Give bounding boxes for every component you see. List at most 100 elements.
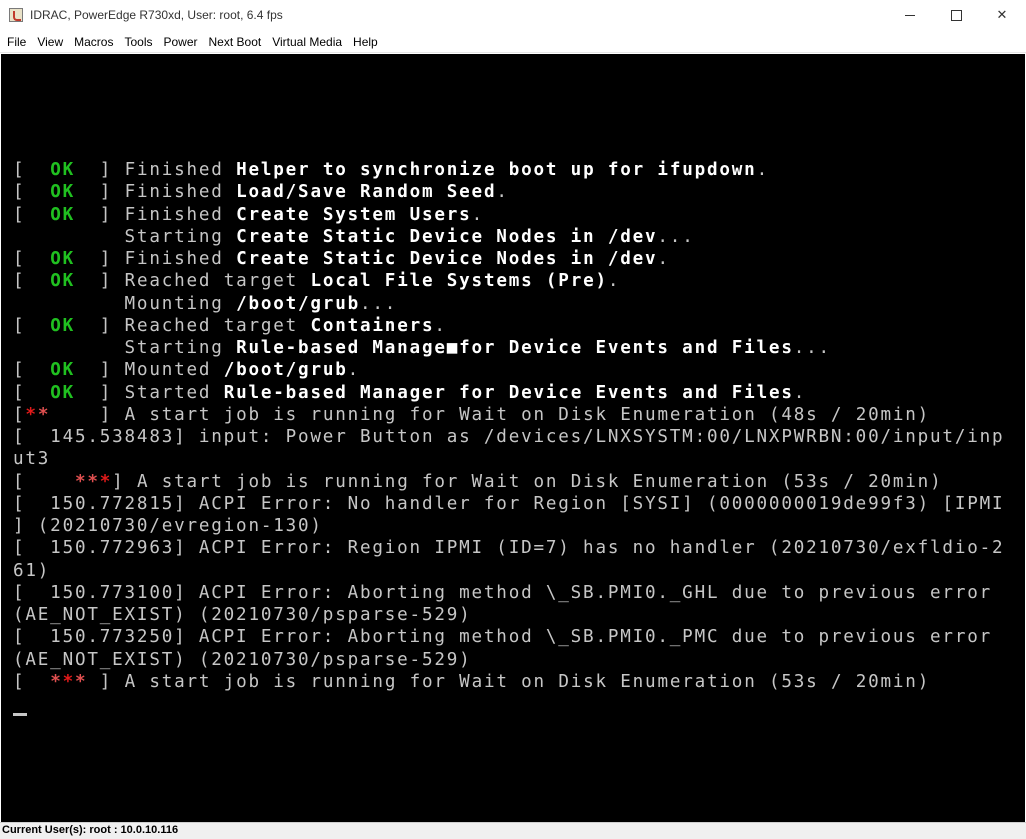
close-icon: ✕ <box>996 8 1008 23</box>
console-text: [ 150.772963] ACPI Error: Region IPMI (I… <box>13 538 1005 559</box>
console-text: Finished <box>124 160 237 180</box>
menu-power[interactable]: Power <box>158 31 203 53</box>
console-text: [ <box>13 160 51 180</box>
console-text: [ 145.538483] input: Power Button as /de… <box>13 427 1005 447</box>
console-line: [ OK ] Reached target Containers. <box>13 315 1004 337</box>
current-users-status: Current User(s): root : 10.0.10.116 <box>2 824 179 836</box>
console-text: [ <box>13 404 26 425</box>
console-text: ... <box>657 226 695 247</box>
console-text: [ <box>13 249 51 269</box>
console-text: Create System Users <box>236 204 472 225</box>
console-text: (AE_NOT_EXIST) (20210730/psparse-529) <box>13 649 472 670</box>
console-text: [ <box>13 271 51 292</box>
ok-status: OK <box>50 382 75 403</box>
console-text: /boot/grub <box>223 360 348 381</box>
menu-help[interactable]: Help <box>347 31 383 53</box>
menu-view[interactable]: View <box>31 31 68 53</box>
console-line: [ OK ] Reached target Local File Systems… <box>13 270 1004 292</box>
console-text: . <box>657 249 670 269</box>
maximize-button[interactable] <box>933 0 979 31</box>
console-line: [ ***] A start job is running for Wait o… <box>13 471 1004 493</box>
minimize-icon <box>905 15 915 16</box>
console-text: . <box>793 382 807 403</box>
console-text: Create Static Device Nodes in /dev <box>236 249 658 269</box>
menu-virtual-media[interactable]: Virtual Media <box>266 31 347 53</box>
console-text: [ <box>13 315 51 336</box>
console-text: ] <box>74 360 125 381</box>
console-text: ] <box>74 204 125 225</box>
console-text: Finished <box>124 182 237 203</box>
close-button[interactable]: ✕ <box>979 0 1025 31</box>
console-text: [ <box>13 360 51 381</box>
console-text: (AE_NOT_EXIST) (20210730/psparse-529) <box>13 605 472 625</box>
title-bar[interactable]: IDRAC, PowerEdge R730xd, User: root, 6.4… <box>0 0 1026 31</box>
console-line: [ 150.773100] ACPI Error: Aborting metho… <box>13 582 1004 604</box>
spinner-star: * <box>99 471 113 492</box>
console-text: [ <box>13 182 51 203</box>
console-line: [ OK ] Mounted /boot/grub. <box>13 359 1004 381</box>
minimize-button[interactable] <box>887 0 933 31</box>
console-text: [ <box>13 671 51 692</box>
ok-status: OK <box>50 249 75 269</box>
console-text: Rule-based Manage■for Device Events and … <box>236 338 794 358</box>
console-text: Starting <box>13 338 237 358</box>
menu-next-boot[interactable]: Next Boot <box>203 31 267 53</box>
console-text: /boot/grub <box>236 293 360 314</box>
console-line: Starting Rule-based Manage■for Device Ev… <box>13 337 1004 359</box>
console-text: . <box>471 204 484 225</box>
menu-tools[interactable]: Tools <box>118 31 157 53</box>
ok-status: OK <box>50 315 75 336</box>
ok-status: OK <box>50 204 75 225</box>
console-text: ] <box>74 249 125 269</box>
console-line: [ 150.772815] ACPI Error: No handler for… <box>13 493 1004 515</box>
console-line: [ 150.773250] ACPI Error: Aborting metho… <box>13 626 1004 648</box>
spinner-star: * <box>50 671 63 692</box>
console-text: Local File Systems (Pre) <box>310 271 608 292</box>
console-line: [ 150.772963] ACPI Error: Region IPMI (I… <box>13 537 1004 559</box>
console-text: . <box>607 271 621 292</box>
console-line: [ *** ] A start job is running for Wait … <box>13 671 1004 693</box>
console-text: Finished <box>124 204 237 225</box>
console-text: ] <box>74 160 125 180</box>
menu-macros[interactable]: Macros <box>68 31 118 53</box>
console-text: ] <box>74 382 125 403</box>
console-line: ] (20210730/evregion-130) <box>13 515 1004 537</box>
ok-status: OK <box>50 360 75 381</box>
console-text: [ 150.773100] ACPI Error: Aborting metho… <box>13 582 992 603</box>
remote-console-screen[interactable]: [ OK ] Finished Helper to synchronize bo… <box>1 54 1025 822</box>
ok-status: OK <box>50 271 75 292</box>
console-text: . <box>496 182 509 203</box>
ok-status: OK <box>50 160 75 180</box>
console-text: ] <box>74 182 125 203</box>
console-text: ] (20210730/evregion-130) <box>13 516 323 536</box>
console-text: [ <box>13 204 51 225</box>
spinner-star: * <box>62 671 75 692</box>
console-output: [ OK ] Finished Helper to synchronize bo… <box>13 159 1004 693</box>
console-text: Reached target <box>124 271 311 292</box>
console-text: ] A start job is running for Wait on Dis… <box>99 671 931 692</box>
console-text: Helper to synchronize boot up for ifupdo… <box>236 160 757 180</box>
console-line: 61) <box>13 560 1004 582</box>
console-text: ] A start job is running for Wait on Dis… <box>50 404 931 425</box>
console-text: Mounted <box>124 360 224 381</box>
console-text: . <box>434 315 447 336</box>
console-line: (AE_NOT_EXIST) (20210730/psparse-529) <box>13 604 1004 626</box>
console-text: Started <box>124 382 224 403</box>
console-text: [ <box>13 382 51 403</box>
text-cursor <box>13 713 27 716</box>
spinner-star: * <box>25 404 38 425</box>
console-text: Create Static Device Nodes in /dev <box>236 226 658 247</box>
console-text: [ 150.773250] ACPI Error: Aborting metho… <box>13 627 992 648</box>
console-text: ut3 <box>13 449 51 470</box>
console-line: (AE_NOT_EXIST) (20210730/psparse-529) <box>13 649 1004 671</box>
console-line: ut3 <box>13 448 1004 470</box>
console-line: [ OK ] Finished Create Static Device Nod… <box>13 248 1004 270</box>
console-text: Starting <box>13 226 237 247</box>
menu-bar: File View Macros Tools Power Next Boot V… <box>0 31 1026 53</box>
menu-file[interactable]: File <box>1 31 31 53</box>
console-line: [** ] A start job is running for Wait on… <box>13 404 1004 426</box>
console-line: Starting Create Static Device Nodes in /… <box>13 226 1004 248</box>
console-text: 61) <box>13 560 51 581</box>
console-text: Containers <box>310 315 435 336</box>
console-text: Load/Save Random Seed <box>236 182 497 203</box>
